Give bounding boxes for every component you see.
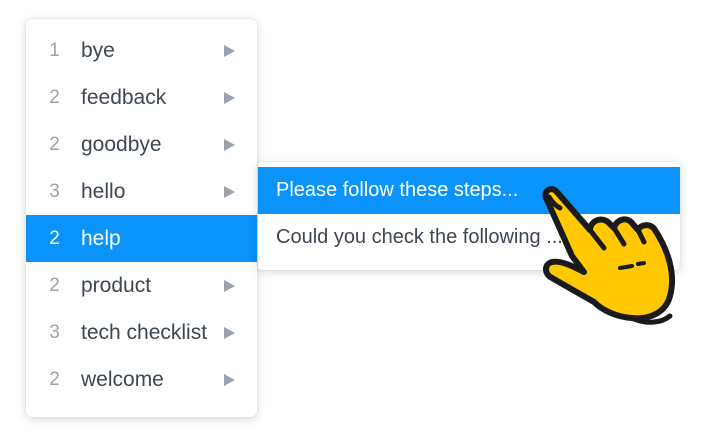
item-count: 3 <box>49 180 60 202</box>
item-count: 2 <box>49 368 60 390</box>
item-label: hello <box>81 179 126 203</box>
triangle-right-icon <box>224 279 235 292</box>
menu-item-product[interactable]: 2 product <box>26 262 257 309</box>
item-label: goodbye <box>81 132 162 156</box>
item-label: product <box>81 273 152 297</box>
item-label: tech checklist <box>81 320 208 344</box>
template-menu: 1 bye 2 feedback 2 goodbye 3 hello 2 hel… <box>26 19 257 417</box>
triangle-right-icon <box>224 185 235 198</box>
triangle-right-icon <box>224 44 235 57</box>
pointing-hand-icon <box>542 186 676 325</box>
menu-item-goodbye[interactable]: 2 goodbye <box>26 121 257 168</box>
triangle-right-icon <box>224 91 235 104</box>
menu-item-feedback[interactable]: 2 feedback <box>26 74 257 121</box>
item-label: welcome <box>81 367 164 391</box>
item-count: 2 <box>49 133 60 155</box>
item-count: 3 <box>49 321 60 343</box>
menu-item-bye[interactable]: 1 bye <box>26 27 257 74</box>
item-label: bye <box>81 38 115 62</box>
item-label: feedback <box>81 85 167 109</box>
menu-item-tech-checklist[interactable]: 3 tech checklist <box>26 309 257 356</box>
item-count: 1 <box>49 39 60 61</box>
menu-item-hello[interactable]: 3 hello <box>26 168 257 215</box>
triangle-right-icon <box>224 138 235 151</box>
item-count: 2 <box>49 86 60 108</box>
triangle-right-icon <box>224 326 235 339</box>
triangle-right-icon <box>224 373 235 386</box>
menu-item-welcome[interactable]: 2 welcome <box>26 356 257 403</box>
item-label: help <box>81 226 121 250</box>
item-count: 2 <box>49 274 60 296</box>
menu-item-help[interactable]: 2 help <box>26 215 257 262</box>
item-count: 2 <box>49 227 60 249</box>
